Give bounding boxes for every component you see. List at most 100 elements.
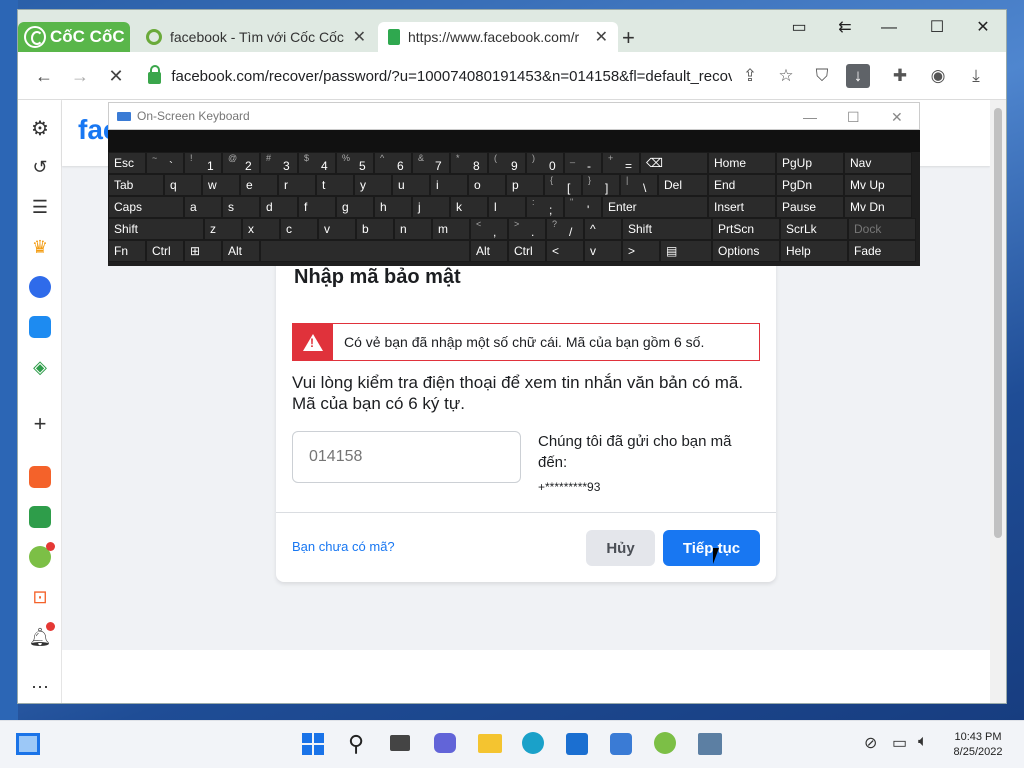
tab-close-icon[interactable]: ✕ xyxy=(353,27,366,47)
osk-key[interactable]: Pause xyxy=(776,196,844,218)
osk-key[interactable]: + = xyxy=(602,152,640,174)
stop-loading-button[interactable]: ✕ xyxy=(104,64,128,88)
extensions-icon[interactable]: ✚ xyxy=(888,64,912,88)
osk-key[interactable]: Alt xyxy=(470,240,508,262)
scrollbar-thumb[interactable] xyxy=(994,108,1002,538)
osk-key[interactable]: _ - xyxy=(564,152,602,174)
osk-key[interactable]: | \ xyxy=(620,174,658,196)
settings-gear-icon[interactable]: ⚙ xyxy=(28,116,52,140)
osk-key[interactable]: PgDn xyxy=(776,174,844,196)
reading-list-icon[interactable]: ☰ xyxy=(28,195,52,219)
tab-close-icon[interactable]: ✕ xyxy=(595,27,608,47)
osk-key[interactable]: >. xyxy=(508,218,546,240)
zalo-icon[interactable] xyxy=(28,315,52,339)
osk-key[interactable]: ! 1 xyxy=(184,152,222,174)
osk-key[interactable]: ▤ xyxy=(660,240,712,262)
osk-key[interactable]: Caps xyxy=(108,196,184,218)
osk-key[interactable]: d xyxy=(260,196,298,218)
osk-key[interactable]: Help xyxy=(780,240,848,262)
shop-99-icon[interactable] xyxy=(28,465,52,489)
new-tab-button[interactable]: + xyxy=(622,25,635,51)
osk-key[interactable]: Insert xyxy=(708,196,776,218)
osk-key[interactable]: t xyxy=(316,174,354,196)
osk-key[interactable]: a xyxy=(184,196,222,218)
shield-icon[interactable]: ⛉ xyxy=(810,64,834,88)
osk-titlebar[interactable]: On-Screen Keyboard — ☐ ✕ xyxy=(108,102,920,130)
osk-key[interactable]: Mv Up xyxy=(844,174,912,196)
edge-icon[interactable] xyxy=(522,732,544,754)
osk-key[interactable]: Alt xyxy=(222,240,260,262)
osk-key[interactable]: e xyxy=(240,174,278,196)
osk-key[interactable]: v xyxy=(584,240,622,262)
osk-key[interactable]: n xyxy=(394,218,432,240)
screenshot-icon[interactable]: ▭ xyxy=(784,16,814,40)
notification-bell-icon[interactable]: 🔔︎ xyxy=(28,622,55,649)
store-icon[interactable] xyxy=(566,733,588,755)
osk-key[interactable]: b xyxy=(356,218,394,240)
osk-key[interactable]: :; xyxy=(526,196,564,218)
osk-key[interactable]: y xyxy=(354,174,392,196)
osk-key[interactable]: $4 xyxy=(298,152,336,174)
maximize-button[interactable]: ☐ xyxy=(922,16,952,40)
coccoc-icon[interactable] xyxy=(654,732,676,754)
osk-key[interactable]: k xyxy=(450,196,488,218)
osk-key[interactable]: l xyxy=(488,196,526,218)
osk-key[interactable] xyxy=(260,240,470,262)
osk-key[interactable]: < xyxy=(546,240,584,262)
osk-key[interactable]: " ' xyxy=(564,196,602,218)
history-icon[interactable]: ↺ xyxy=(28,155,52,179)
search-icon[interactable]: ⚲ xyxy=(348,731,364,757)
file-explorer-icon[interactable] xyxy=(478,734,502,753)
osk-key[interactable]: Nav xyxy=(844,152,912,174)
osk-key[interactable]: g xyxy=(336,196,374,218)
add-panel-icon[interactable]: + xyxy=(28,411,52,436)
address-bar[interactable]: facebook.com/recover/password/?u=1000740… xyxy=(144,60,732,92)
widgets-icon[interactable] xyxy=(16,733,40,755)
osk-key[interactable]: Esc xyxy=(108,152,146,174)
clock[interactable]: 10:43 PM 8/25/2022 xyxy=(942,730,1014,760)
osk-key[interactable]: Ctrl xyxy=(508,240,546,262)
osk-key[interactable]: x xyxy=(242,218,280,240)
coccoc-brand-button[interactable]: CốC CốC xyxy=(18,22,130,52)
osk-key[interactable]: z xyxy=(204,218,242,240)
more-icon[interactable]: ⋯ xyxy=(28,675,52,699)
osk-key[interactable]: r xyxy=(278,174,316,196)
osk-key[interactable]: Dock xyxy=(848,218,916,240)
osk-key[interactable]: (9 xyxy=(488,152,526,174)
back-button[interactable]: ← xyxy=(32,64,56,88)
osk-key[interactable]: i xyxy=(430,174,468,196)
display-icon[interactable]: ▭ xyxy=(892,733,907,753)
bookmark-star-icon[interactable]: ☆ xyxy=(774,64,798,88)
osk-key[interactable]: Options xyxy=(712,240,780,262)
osk-key[interactable]: ~ ` xyxy=(146,152,184,174)
messenger-icon[interactable] xyxy=(28,275,52,299)
coccoc-panel-icon[interactable] xyxy=(28,542,55,569)
osk-minimize-button[interactable]: — xyxy=(803,109,817,125)
osk-key[interactable]: }] xyxy=(582,174,620,196)
downloads-icon[interactable]: ⤓ xyxy=(964,64,988,88)
osk-key[interactable]: PgUp xyxy=(776,152,844,174)
osk-key[interactable]: > xyxy=(622,240,660,262)
share-icon[interactable]: ⇪ xyxy=(738,64,762,88)
osk-key[interactable]: q xyxy=(164,174,202,196)
osk-key[interactable]: f xyxy=(298,196,336,218)
osk-key[interactable]: o xyxy=(468,174,506,196)
osk-key[interactable]: Mv Dn xyxy=(844,196,912,218)
osk-key[interactable]: End xyxy=(708,174,776,196)
osk-key[interactable]: ^ xyxy=(584,218,622,240)
profile-icon[interactable]: ◉ xyxy=(926,64,950,88)
game-icon[interactable]: ◈ xyxy=(28,355,52,379)
osk-maximize-button[interactable]: ☐ xyxy=(847,109,860,126)
crown-icon[interactable]: ♛ xyxy=(28,235,52,259)
task-view-icon[interactable] xyxy=(390,735,410,751)
osk-key[interactable]: Tab xyxy=(108,174,164,196)
start-icon[interactable] xyxy=(302,733,324,755)
volume-icon[interactable]: 🔈︎ xyxy=(918,733,928,751)
osk-key[interactable]: Fade xyxy=(848,240,916,262)
osk-key[interactable]: PrtScn xyxy=(712,218,780,240)
osk-key[interactable]: p xyxy=(506,174,544,196)
osk-key[interactable]: m xyxy=(432,218,470,240)
scanner-icon[interactable] xyxy=(698,733,722,755)
osk-key[interactable]: ScrLk xyxy=(780,218,848,240)
minimize-button[interactable]: — xyxy=(874,16,904,40)
